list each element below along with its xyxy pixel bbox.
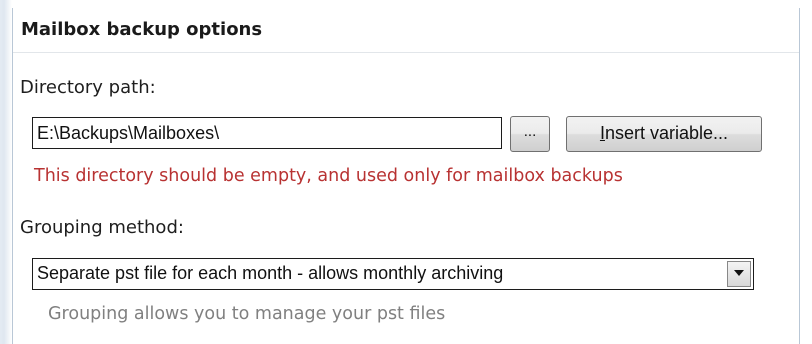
grouping-method-select[interactable]: Separate pst file for each month - allow… — [32, 258, 754, 290]
dropdown-button[interactable] — [727, 261, 751, 287]
panel-title: Mailbox backup options — [21, 19, 263, 40]
insert-variable-label: nsert variable... — [604, 123, 729, 143]
grouping-hint-text: Grouping allows you to manage your pst f… — [48, 304, 446, 324]
grouping-method-label: Grouping method: — [20, 217, 184, 238]
browse-button[interactable]: ... — [510, 116, 550, 152]
directory-path-label: Directory path: — [20, 77, 156, 98]
grouping-method-selected-value: Separate pst file for each month - allow… — [37, 263, 504, 283]
directory-warning-text: This directory should be empty, and used… — [34, 166, 623, 186]
insert-variable-button[interactable]: Insert variable... — [566, 116, 762, 152]
chevron-down-icon — [734, 270, 744, 276]
panel-header: Mailbox backup options — [13, 8, 799, 53]
directory-path-input[interactable] — [32, 117, 502, 149]
